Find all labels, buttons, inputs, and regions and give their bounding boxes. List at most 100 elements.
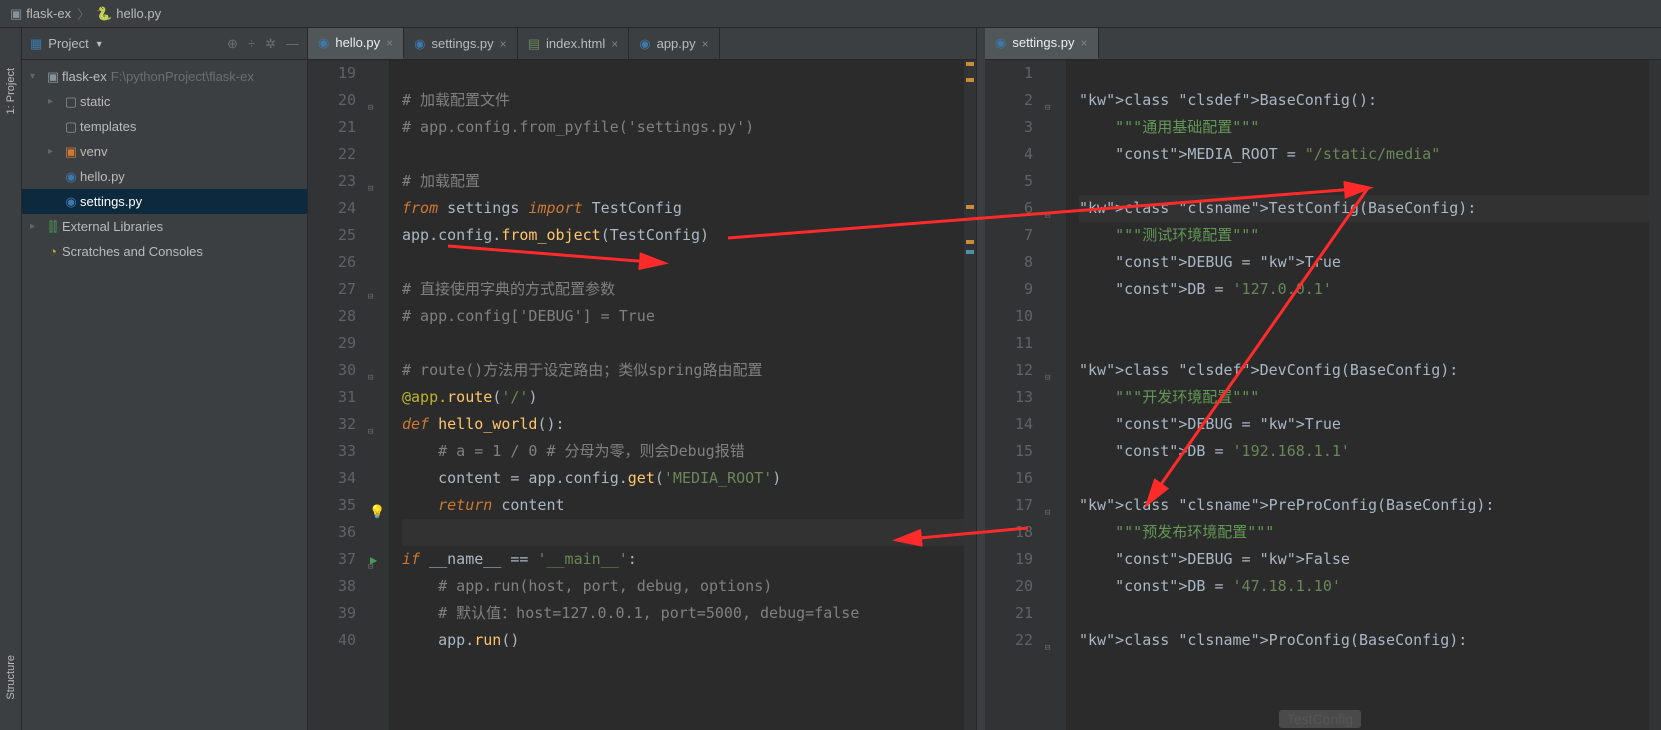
code-view-left[interactable]: 1920212223242526272829303132333435363738… (308, 60, 976, 730)
code-line[interactable]: # 加载配置文件 (402, 87, 964, 114)
code-line[interactable]: # a = 1 / 0 # 分母为零，则会Debug报错 (402, 438, 964, 465)
code-line[interactable]: # app.run(host, port, debug, options) (402, 573, 964, 600)
code-line[interactable]: # app.config.from_pyfile('settings.py') (402, 114, 964, 141)
breadcrumb-file[interactable]: hello.py (116, 6, 161, 21)
tree-item-flask-ex[interactable]: ▾▣flask-ex F:\pythonProject\flask-ex (22, 64, 307, 89)
warning-marker[interactable] (966, 62, 974, 66)
code-line[interactable] (1079, 60, 1649, 87)
line-number: 16 (985, 465, 1033, 492)
code-line[interactable]: # 直接使用字典的方式配置参数 (402, 276, 964, 303)
hide-icon[interactable]: — (286, 36, 299, 52)
code-line[interactable]: # 默认值：host=127.0.0.1, port=5000, debug=f… (402, 600, 964, 627)
code-line[interactable]: """测试环境配置""" (1079, 222, 1649, 249)
code-line[interactable]: "const">MEDIA_ROOT = "/static/media" (1079, 141, 1649, 168)
code-line[interactable]: "kw">class "clsdef">BaseConfig(): (1079, 87, 1649, 114)
tree-item-settings-py[interactable]: ◉settings.py (22, 189, 307, 214)
code-line[interactable]: "const">DEBUG = "kw">True (1079, 249, 1649, 276)
code-line[interactable] (1079, 465, 1649, 492)
code-line[interactable] (1079, 330, 1649, 357)
fold-icon[interactable]: ⊟ (368, 284, 373, 311)
code-line[interactable] (1079, 168, 1649, 195)
fold-icon[interactable]: ⊟ (1045, 95, 1050, 122)
fold-icon[interactable]: ⊟ (368, 554, 373, 581)
code-line[interactable]: app.run() (402, 627, 964, 654)
tree-item-scratches-and-consoles[interactable]: ◔Scratches and Consoles (22, 239, 307, 264)
tree-item-templates[interactable]: ▢templates (22, 114, 307, 139)
tab-index-html[interactable]: ▤index.html× (518, 28, 630, 59)
code-line[interactable] (402, 60, 964, 87)
code-line[interactable]: # 加载配置 (402, 168, 964, 195)
info-marker[interactable] (966, 250, 974, 254)
fold-icon[interactable]: ⊟ (1045, 500, 1050, 527)
code-line[interactable] (402, 249, 964, 276)
tree-item-venv[interactable]: ▸▣venv (22, 139, 307, 164)
warning-marker[interactable] (966, 205, 974, 209)
dropdown-icon[interactable]: ▼ (95, 39, 104, 49)
code-line[interactable]: return content (402, 492, 964, 519)
project-tree[interactable]: ▾▣flask-ex F:\pythonProject\flask-ex▸▢st… (22, 60, 307, 730)
code-line[interactable]: "const">DB = '127.0.0.1' (1079, 276, 1649, 303)
fold-icon[interactable]: ⊟ (1045, 203, 1050, 230)
close-tab-icon[interactable]: × (1081, 36, 1088, 50)
close-tab-icon[interactable]: × (386, 36, 393, 50)
warning-marker[interactable] (966, 240, 974, 244)
fold-icon[interactable]: ⊟ (1045, 365, 1050, 392)
code-line[interactable]: """通用基础配置""" (1079, 114, 1649, 141)
breadcrumb-class[interactable]: TestConfig (1279, 710, 1361, 728)
code-line[interactable]: content = app.config.get('MEDIA_ROOT') (402, 465, 964, 492)
code-line[interactable]: from settings import TestConfig (402, 195, 964, 222)
code-line[interactable]: """预发布环境配置""" (1079, 519, 1649, 546)
code-lines-right[interactable]: "kw">class "clsdef">BaseConfig(): """通用基… (1067, 60, 1649, 730)
tree-item-hello-py[interactable]: ◉hello.py (22, 164, 307, 189)
close-tab-icon[interactable]: × (500, 37, 507, 51)
project-title[interactable]: ▦ Project ▼ (30, 36, 104, 52)
code-line[interactable]: "const">DB = '47.18.1.10' (1079, 573, 1649, 600)
code-line[interactable]: app.config.from_object(TestConfig) (402, 222, 964, 249)
close-tab-icon[interactable]: × (611, 37, 618, 51)
locate-icon[interactable]: ⊕ (227, 36, 238, 52)
fold-gutter-left: ▶ 💡 ⊟⊟⊟⊟⊟⊟ (366, 60, 390, 730)
code-line[interactable]: """开发环境配置""" (1079, 384, 1649, 411)
code-line[interactable]: "kw">class "clsname">PreProConfig(BaseCo… (1079, 492, 1649, 519)
line-number: 31 (308, 384, 356, 411)
code-line[interactable]: "kw">class "clsname">TestConfig(BaseConf… (1079, 195, 1649, 222)
code-line[interactable]: @app.route('/') (402, 384, 964, 411)
warning-marker[interactable] (966, 78, 974, 82)
python-icon: ◉ (62, 169, 80, 185)
code-line[interactable] (1079, 303, 1649, 330)
code-line[interactable]: "const">DEBUG = "kw">True (1079, 411, 1649, 438)
structure-tool-button[interactable]: Structure (5, 655, 17, 700)
breadcrumb-folder[interactable]: flask-ex (26, 6, 71, 21)
code-line[interactable] (402, 141, 964, 168)
tab-app-py[interactable]: ◉app.py× (629, 28, 719, 59)
tab-hello-py[interactable]: ◉hello.py× (308, 28, 404, 59)
project-tool-button[interactable]: 1: Project (5, 68, 17, 114)
code-line[interactable]: # app.config['DEBUG'] = True (402, 303, 964, 330)
code-line[interactable] (402, 330, 964, 357)
code-line[interactable]: if __name__ == '__main__': (402, 546, 964, 573)
collapse-icon[interactable]: ÷ (248, 36, 255, 52)
fold-icon[interactable]: ⊟ (368, 419, 373, 446)
fold-icon[interactable]: ⊟ (1045, 635, 1050, 662)
code-line[interactable]: # route()方法用于设定路由；类似spring路由配置 (402, 357, 964, 384)
tab-settings-py[interactable]: ◉settings.py× (404, 28, 518, 59)
code-line[interactable]: "kw">class "clsdef">DevConfig(BaseConfig… (1079, 357, 1649, 384)
fold-icon[interactable]: ⊟ (368, 95, 373, 122)
intention-bulb-icon[interactable]: 💡 (369, 499, 385, 526)
settings-icon[interactable]: ✲ (265, 36, 276, 52)
code-line[interactable]: "const">DB = '192.168.1.1' (1079, 438, 1649, 465)
tab-settings-py[interactable]: ◉settings.py× (985, 28, 1099, 59)
code-line[interactable]: "kw">class "clsname">ProConfig(BaseConfi… (1079, 627, 1649, 654)
code-line[interactable] (1079, 600, 1649, 627)
editor-splitter[interactable] (977, 28, 985, 730)
tree-item-external-libraries[interactable]: ▸⫿⫿External Libraries (22, 214, 307, 239)
fold-icon[interactable]: ⊟ (368, 365, 373, 392)
fold-icon[interactable]: ⊟ (368, 176, 373, 203)
code-line[interactable]: "const">DEBUG = "kw">False (1079, 546, 1649, 573)
code-lines-left[interactable]: # 加载配置文件# app.config.from_pyfile('settin… (390, 60, 964, 730)
tree-item-static[interactable]: ▸▢static (22, 89, 307, 114)
code-view-right[interactable]: 12345678910111213141516171819202122 ⊟⊟⊟⊟… (985, 60, 1661, 730)
code-line[interactable] (402, 519, 964, 546)
code-line[interactable]: def hello_world(): (402, 411, 964, 438)
close-tab-icon[interactable]: × (702, 37, 709, 51)
